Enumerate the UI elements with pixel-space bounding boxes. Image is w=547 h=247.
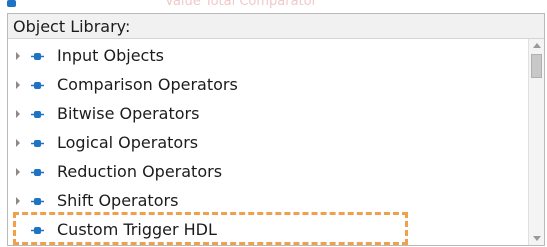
- blue-node-icon: [7, 0, 16, 7]
- chevron-right-icon[interactable]: [16, 197, 20, 205]
- tree-item-logical-operators[interactable]: Logical Operators: [8, 128, 528, 157]
- blue-node-icon: [31, 169, 44, 176]
- blue-node-icon: [31, 140, 44, 147]
- tree-item-label: Bitwise Operators: [57, 104, 200, 123]
- blue-node-icon: [31, 111, 44, 118]
- vertical-scrollbar[interactable]: [528, 39, 544, 245]
- scroll-up-arrow-icon[interactable]: [533, 43, 541, 48]
- tree-item-label: Shift Operators: [57, 191, 179, 210]
- tree-item-label: Reduction Operators: [57, 162, 223, 181]
- chevron-right-icon[interactable]: [16, 110, 20, 118]
- tree-item-bitwise-operators[interactable]: Bitwise Operators: [8, 99, 528, 128]
- tree-item-custom-trigger-hdl[interactable]: Custom Trigger HDL: [8, 215, 528, 244]
- tree-item-label: Input Objects: [57, 46, 164, 65]
- object-library-header: Object Library:: [8, 14, 544, 39]
- scrollbar-thumb[interactable]: [531, 54, 542, 78]
- chevron-right-icon[interactable]: [16, 168, 20, 176]
- blue-node-icon: [31, 227, 44, 234]
- scroll-down-arrow-icon[interactable]: [533, 236, 541, 241]
- object-library-panel: Object Library: Input Objects Comparison…: [7, 13, 545, 246]
- chevron-right-icon[interactable]: [16, 52, 20, 60]
- tree-item-label: Custom Trigger HDL: [57, 220, 217, 239]
- blue-node-icon: [31, 82, 44, 89]
- blue-node-icon: [31, 53, 44, 60]
- object-library-tree[interactable]: Input Objects Comparison Operators Bitwi…: [8, 39, 528, 245]
- blue-node-icon: [31, 198, 44, 205]
- tree-item-label: Logical Operators: [57, 133, 199, 152]
- panel-title: Object Library:: [13, 17, 131, 36]
- chevron-right-icon[interactable]: [16, 139, 20, 147]
- tree-item-label: Comparison Operators: [57, 75, 238, 94]
- tree-item-comparison-operators[interactable]: Comparison Operators: [8, 70, 528, 99]
- top-partial-row: Value Total Comparator: [0, 0, 547, 14]
- tree-item-shift-operators[interactable]: Shift Operators: [8, 186, 528, 215]
- faded-header-text: Value Total Comparator: [165, 0, 317, 9]
- tree-item-reduction-operators[interactable]: Reduction Operators: [8, 157, 528, 186]
- tree-item-input-objects[interactable]: Input Objects: [8, 41, 528, 70]
- chevron-right-icon[interactable]: [16, 81, 20, 89]
